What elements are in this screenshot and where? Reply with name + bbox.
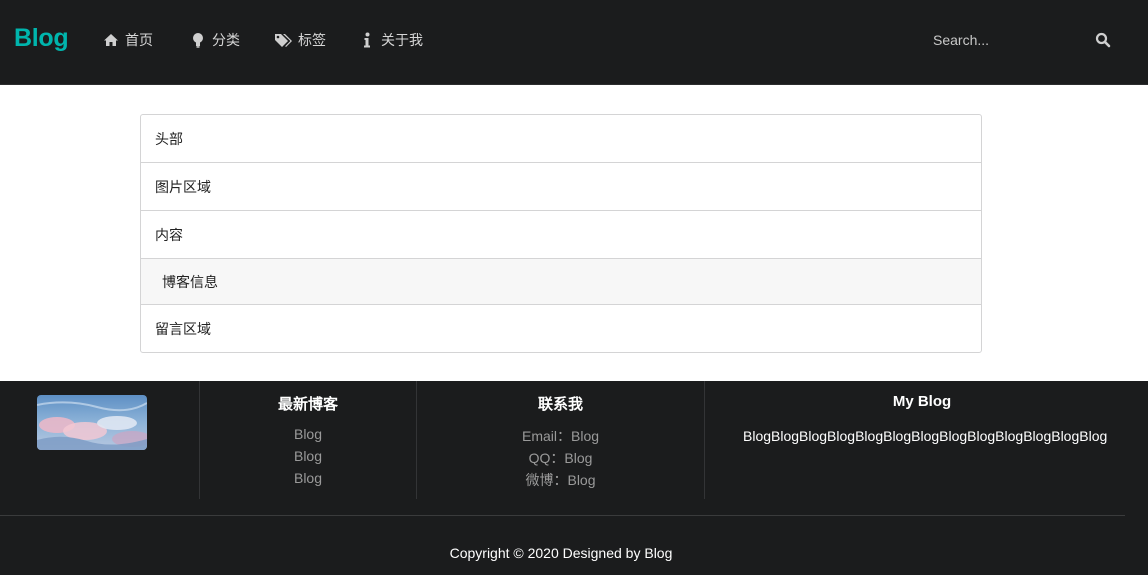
contact-email-link[interactable]: Email：Blog bbox=[417, 426, 704, 446]
search-icon[interactable] bbox=[1095, 32, 1111, 48]
nav-item-home[interactable]: 首页 bbox=[103, 31, 153, 49]
my-blog-description: BlogBlogBlogBlogBlogBlogBlogBlogBlogBlog… bbox=[743, 428, 1108, 444]
latest-blogs-title: 最新博客 bbox=[277, 396, 338, 413]
latest-blog-link[interactable]: Blog bbox=[200, 470, 416, 486]
nav-label-tags: 标签 bbox=[298, 32, 326, 48]
copyright-text: Copyright © 2020 Designed by Blog bbox=[449, 545, 673, 561]
section-list: 头部 图片区域 内容 博客信息 留言区域 bbox=[140, 114, 982, 353]
my-blog-title: My Blog bbox=[892, 393, 952, 410]
footer-thumbnail-image bbox=[37, 395, 147, 450]
nav-item-tags[interactable]: 标签 bbox=[274, 31, 326, 49]
search-box bbox=[921, 24, 1121, 56]
home-icon bbox=[103, 32, 119, 48]
latest-blog-link[interactable]: Blog bbox=[200, 448, 416, 464]
nav-label-about: 关于我 bbox=[381, 32, 423, 48]
section-comments: 留言区域 bbox=[155, 320, 211, 337]
contact-title: 联系我 bbox=[537, 396, 583, 413]
lightbulb-icon bbox=[190, 32, 206, 48]
section-image-area: 图片区域 bbox=[141, 163, 981, 211]
contact-qq-link[interactable]: QQ：Blog bbox=[417, 448, 704, 468]
footer-separator bbox=[0, 515, 1125, 516]
section-content: 内容 bbox=[141, 211, 981, 259]
nav-item-about[interactable]: 关于我 bbox=[361, 31, 423, 49]
tags-icon bbox=[274, 32, 292, 48]
nav-label-home: 首页 bbox=[125, 32, 153, 48]
nav-label-category: 分类 bbox=[212, 32, 240, 48]
info-icon bbox=[361, 32, 373, 48]
brand-logo[interactable]: Blog bbox=[14, 24, 69, 53]
section-blog-info: 博客信息 bbox=[141, 259, 981, 305]
contact-weibo-link[interactable]: 微博：Blog bbox=[417, 470, 704, 490]
latest-blog-link[interactable]: Blog bbox=[200, 426, 416, 442]
footer: 最新博客 Blog Blog Blog 联系我 Email：Blog QQ：Bl… bbox=[0, 381, 1148, 575]
nav-item-category[interactable]: 分类 bbox=[190, 31, 240, 49]
section-header: 头部 bbox=[141, 115, 981, 163]
top-navbar: Blog 首页 分类 标签 关于我 bbox=[0, 0, 1148, 85]
search-input[interactable] bbox=[921, 24, 1091, 56]
